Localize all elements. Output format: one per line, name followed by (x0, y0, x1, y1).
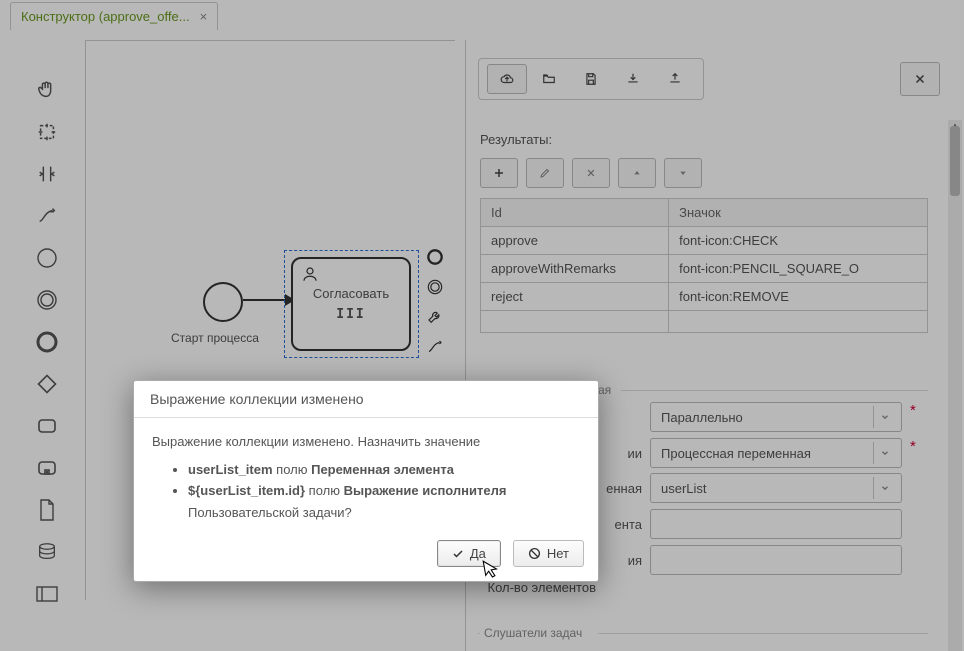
dialog-item: userList_item полю Переменная элемента (188, 460, 580, 480)
no-button[interactable]: Нет (513, 540, 584, 567)
ban-icon (528, 547, 541, 560)
dialog-text: Выражение коллекции изменено. Назначить … (152, 432, 580, 452)
dialog-title: Выражение коллекции изменено (134, 381, 598, 418)
check-icon (452, 548, 464, 560)
mouse-cursor-icon (480, 557, 502, 582)
confirm-dialog: Выражение коллекции изменено Выражение к… (133, 380, 599, 582)
dialog-tail: Пользовательской задачи? (188, 503, 580, 523)
dialog-item: ${userList_item.id} полю Выражение испол… (188, 481, 580, 501)
